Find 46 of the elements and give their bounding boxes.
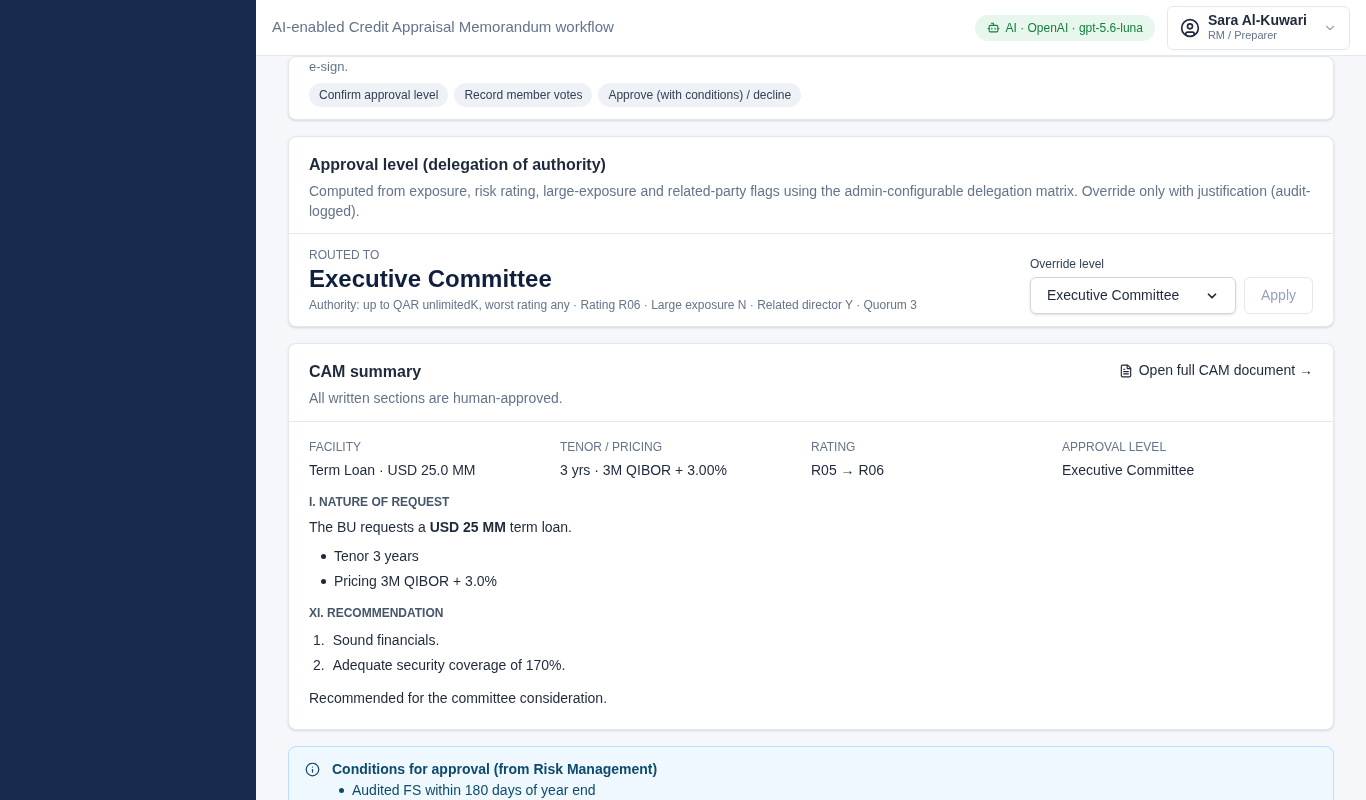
fact-value: 3 yrs · 3M QIBOR + 3.00%	[560, 461, 728, 480]
ai-badge: AI · OpenAI · gpt-5.6-luna	[974, 14, 1155, 41]
list-item: Sound financials.	[332, 631, 440, 650]
list-number: 2.	[313, 656, 325, 675]
fact-value: Executive Committee	[1062, 461, 1196, 480]
section-heading: XI. RECOMMENDATION	[309, 605, 445, 622]
routed-value: Executive Committee	[309, 264, 553, 294]
open-document-link[interactable]: Open full CAM document →	[1118, 360, 1313, 381]
user-icon	[1179, 17, 1200, 38]
authority-text: Authority: up to QAR unlimitedK, worst rating any · Rating R06 · Large exposure N · Related director Y · Quorum 3	[309, 297, 918, 314]
user-role: RM / Preparer	[1207, 29, 1277, 44]
document-icon	[1118, 363, 1133, 378]
step-chip: Record member votes	[454, 83, 593, 107]
info-icon	[305, 762, 320, 777]
fact-label: RATING	[811, 439, 857, 456]
robot-icon	[986, 21, 1000, 34]
card-subtitle: All written sections are human-approved.	[309, 389, 563, 408]
override-label: Override level	[1029, 256, 1105, 273]
condition-item: Audited FS within 180 days of year end	[352, 781, 596, 800]
list-item: Adequate security coverage of 170%.	[332, 656, 566, 675]
step-chip: Confirm approval level	[309, 83, 449, 107]
bullet-icon	[339, 788, 344, 793]
page-title: AI-enabled Credit Appraisal Memorandum workflow	[272, 17, 615, 38]
bullet-icon	[321, 579, 326, 584]
card-title: CAM summary	[309, 362, 423, 382]
conditions-title: Conditions for approval (from Risk Management)	[332, 760, 658, 779]
bullet-icon	[321, 554, 326, 559]
fact-label: APPROVAL LEVEL	[1062, 439, 1168, 456]
section-paragraph: The BU requests a USD 25 MM term loan.	[309, 518, 573, 537]
closing-text: Recommended for the committee consideration.	[309, 689, 609, 708]
list-item: Pricing 3M QIBOR + 3.0%	[334, 572, 497, 591]
fact-value: Term Loan · USD 25.0 MM	[309, 461, 477, 480]
card-title: Approval level (delegation of authority)	[309, 155, 607, 175]
user-name: Sara Al-Kuwari	[1207, 11, 1307, 30]
step-text: e-sign.	[309, 59, 350, 75]
list-number: 1.	[313, 631, 325, 650]
user-menu[interactable]: Sara Al-Kuwari RM / Preparer	[1166, 5, 1350, 50]
fact-label: TENOR / PRICING	[560, 439, 663, 456]
step-chip: Approve (with conditions) / decline	[598, 83, 802, 107]
override-select[interactable]: Executive Committee	[1029, 277, 1236, 314]
fact-label: FACILITY	[309, 439, 362, 456]
fact-value: R05 → R06	[811, 461, 886, 480]
list-item: Tenor 3 years	[334, 547, 419, 566]
section-heading: I. NATURE OF REQUEST	[309, 494, 451, 511]
routed-label: ROUTED TO	[309, 247, 381, 264]
card-description: Computed from exposure, risk rating, large-exposure and related-party flags using the admin-configurable delegation matrix. Override only with justification (audit-logged).	[309, 182, 1312, 221]
